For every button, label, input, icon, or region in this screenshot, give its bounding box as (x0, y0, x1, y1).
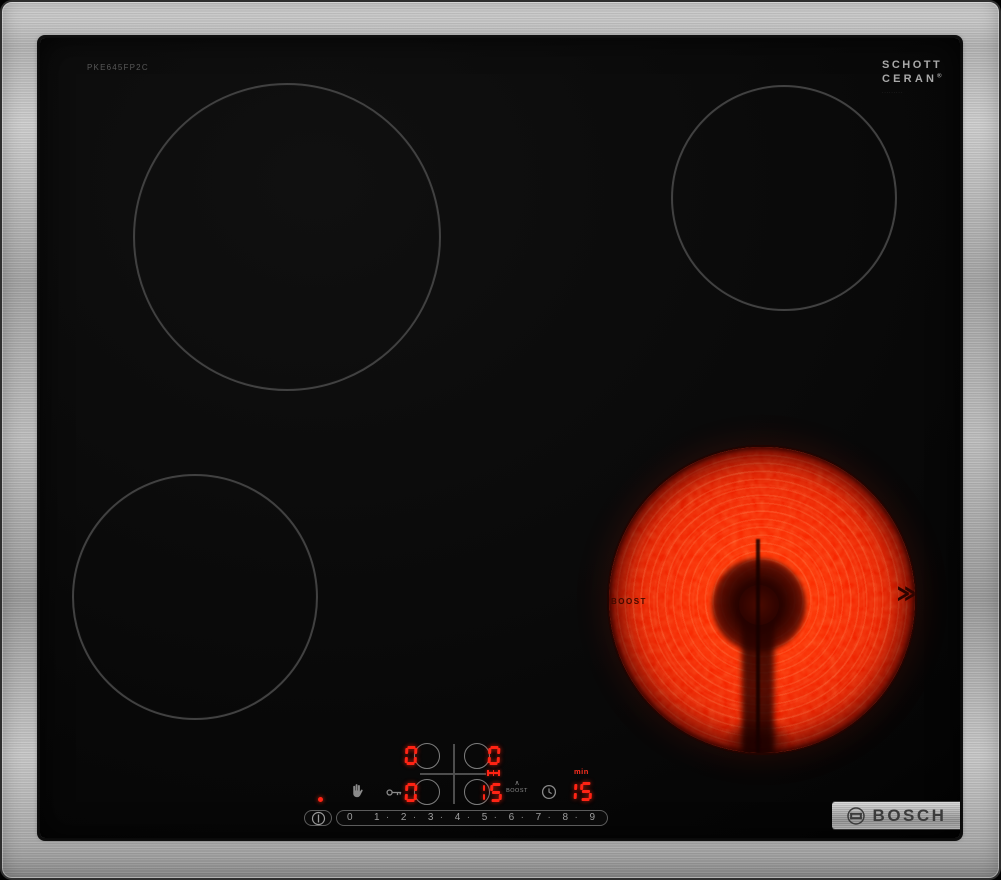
power-level-7[interactable]: 7 (522, 813, 541, 824)
cooktop-photo: PKE645FP2C SCHOTT CERAN® ········· BOOST… (0, 0, 1001, 880)
bosch-armature-icon (846, 806, 865, 825)
power-level-5[interactable]: 5 (468, 813, 487, 824)
model-number-label: PKE645FP2C (87, 63, 149, 72)
power-display-back-right (486, 746, 501, 765)
power-display-back-left (403, 746, 418, 765)
zone-select-key-front-right[interactable] (464, 779, 490, 805)
hand-icon[interactable] (350, 783, 364, 798)
power-level-0[interactable]: 0 (347, 813, 353, 823)
power-level-3[interactable]: 3 (414, 813, 433, 824)
cooking-zone-front-right-active: BOOST ≫ (607, 445, 917, 755)
power-level-slider[interactable]: 0 1 2 3 4 5 6 7 8 9 (336, 810, 608, 826)
boost-key-label: BOOST (506, 788, 528, 794)
boost-icon: ∧ (514, 780, 520, 787)
power-level-2[interactable]: 2 (387, 813, 406, 824)
ceran-label: CERAN® (882, 72, 945, 85)
bosch-badge: BOSCH (832, 802, 960, 829)
power-level-6[interactable]: 6 (495, 813, 514, 824)
power-key[interactable] (304, 810, 332, 826)
zone-map-divider-horizontal (420, 773, 486, 775)
timer-display (563, 782, 593, 801)
dual-circuit-marker-icon: ≫ (897, 581, 917, 608)
dual-circuit-indicator (483, 785, 486, 800)
small-print: ········· (882, 89, 903, 95)
power-level-9[interactable]: 9 (576, 813, 595, 824)
timer-unit-label: min (574, 767, 589, 776)
bosch-logo-text: BOSCH (872, 805, 947, 825)
power-level-4[interactable]: 4 (441, 813, 460, 824)
schott-label: SCHOTT (882, 59, 943, 71)
boost-print-label: BOOST (611, 597, 647, 606)
key-icon (386, 789, 402, 796)
glass-surface: PKE645FP2C SCHOTT CERAN® ········· BOOST… (40, 38, 960, 838)
power-level-1[interactable]: 1 (374, 813, 380, 823)
status-led (318, 797, 323, 802)
cooking-zone-back-left (133, 83, 441, 391)
power-icon (311, 811, 325, 825)
power-display-front-left (403, 783, 418, 802)
boost-key[interactable]: ∧ BOOST (500, 780, 534, 794)
clock-icon[interactable] (541, 784, 557, 800)
element-thermostat-rod (756, 539, 760, 753)
cooking-zone-front-left (72, 474, 318, 720)
extended-zone-indicator-icon (487, 770, 501, 776)
schott-ceran-badge: SCHOTT CERAN® ········· (882, 59, 945, 95)
cooking-zone-back-right (671, 85, 897, 311)
power-level-8[interactable]: 8 (549, 813, 568, 824)
